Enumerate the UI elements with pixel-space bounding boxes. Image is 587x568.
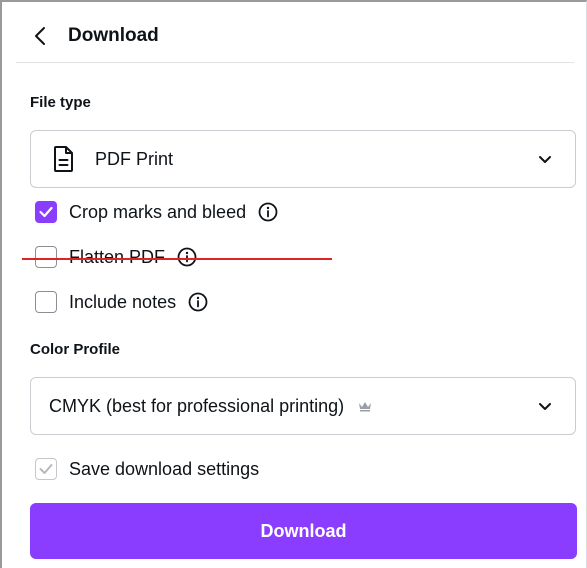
crop-marks-label: Crop marks and bleed: [69, 201, 247, 222]
crop-marks-checkbox[interactable]: [35, 201, 57, 223]
option-flatten-pdf[interactable]: Flatten PDF: [35, 243, 197, 271]
option-save-settings[interactable]: Save download settings: [35, 455, 259, 483]
option-include-notes[interactable]: Include notes: [35, 288, 208, 316]
download-button[interactable]: Download: [30, 503, 577, 559]
page-title: Download: [68, 25, 159, 46]
info-icon[interactable]: [188, 292, 208, 312]
color-profile-label: Color Profile: [30, 341, 121, 358]
file-type-value: PDF Print: [95, 148, 174, 169]
info-icon[interactable]: [258, 202, 278, 222]
strikethrough-annotation: [22, 258, 332, 260]
file-type-select[interactable]: PDF Print: [30, 130, 576, 188]
header-divider: [16, 62, 574, 63]
include-notes-checkbox[interactable]: [35, 291, 57, 313]
chevron-down-icon: [539, 403, 551, 410]
file-type-label: File type: [30, 94, 91, 111]
chevron-down-icon: [539, 156, 551, 163]
color-profile-select[interactable]: CMYK (best for professional printing): [30, 377, 576, 435]
option-crop-marks[interactable]: Crop marks and bleed: [35, 198, 278, 226]
info-icon[interactable]: [177, 247, 197, 267]
checkmark-icon: [39, 464, 53, 474]
panel-header: Download: [16, 16, 574, 56]
download-panel: Download File type PDF Print Crop marks …: [0, 0, 587, 568]
crown-icon: [359, 402, 372, 412]
document-icon: [54, 146, 73, 172]
include-notes-label: Include notes: [69, 291, 177, 312]
color-profile-value: CMYK (best for professional printing): [49, 395, 345, 416]
flatten-pdf-label: Flatten PDF: [69, 246, 166, 267]
chevron-left-icon: [35, 27, 45, 45]
checkmark-icon: [39, 206, 53, 218]
flatten-pdf-checkbox[interactable]: [35, 246, 57, 268]
back-button[interactable]: [34, 20, 62, 52]
save-settings-label: Save download settings: [69, 458, 260, 479]
save-settings-checkbox[interactable]: [35, 458, 57, 480]
